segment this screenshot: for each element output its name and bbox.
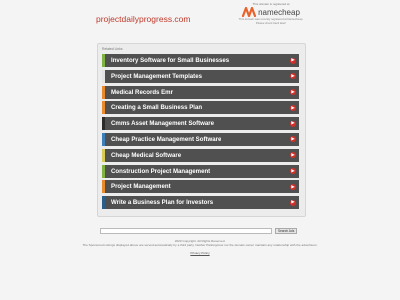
- arrow-right-icon: ▶: [290, 152, 296, 159]
- related-link-item[interactable]: Write a Business Plan for Investors ▶: [102, 196, 299, 210]
- arrow-right-icon: ▶: [290, 167, 296, 175]
- related-link-item[interactable]: Project Management ▶: [102, 180, 299, 194]
- page: projectdailyprogress.com This domain is …: [0, 0, 400, 300]
- related-link-label: Construction Project Management: [111, 167, 211, 175]
- arrow-right-icon: ▶: [290, 88, 296, 96]
- search-input[interactable]: [100, 227, 272, 234]
- related-link-label: Project Management: [111, 183, 171, 191]
- related-links-header: Related Links: [102, 47, 123, 51]
- related-link-item[interactable]: Medical Records Emr ▶: [102, 85, 299, 99]
- related-link-label: Project Management Templates: [111, 72, 202, 80]
- related-link-item[interactable]: Construction Project Management ▶: [102, 164, 299, 178]
- related-link-item[interactable]: Project Management Templates ▶: [102, 69, 299, 83]
- related-link-label: Cheap Practice Management Software: [111, 135, 222, 143]
- search-button[interactable]: Search Ads: [275, 227, 298, 234]
- related-link-item[interactable]: Cheap Medical Software ▶: [102, 148, 299, 162]
- related-link-label: Cheap Medical Software: [111, 151, 182, 159]
- arrow-right-icon: ▶: [290, 120, 296, 127]
- domain-title[interactable]: projectdailyprogress.com: [96, 14, 190, 24]
- related-link-item[interactable]: Cmms Asset Management Software ▶: [102, 117, 299, 131]
- related-link-label: Medical Records Emr: [111, 88, 173, 96]
- registrar-box: This domain is registered at namecheap T…: [236, 2, 306, 25]
- related-links-panel: Related Links Inventory Software for Sma…: [97, 43, 306, 217]
- arrow-right-icon: ▶: [290, 73, 296, 80]
- arrow-right-icon: ▶: [290, 183, 296, 190]
- related-link-label: Creating a Small Business Plan: [111, 104, 203, 112]
- registrar-top-text: This domain is registered at: [252, 2, 290, 6]
- registrar-logo[interactable]: namecheap: [236, 7, 306, 17]
- arrow-right-icon: ▶: [290, 136, 296, 143]
- related-links-list: Inventory Software for Small Businesses ▶…: [102, 54, 299, 212]
- search-bar: Search Ads: [100, 227, 298, 234]
- arrow-right-icon: ▶: [290, 199, 296, 206]
- arrow-right-icon: ▶: [290, 57, 296, 64]
- privacy-policy-link[interactable]: Privacy Policy: [190, 251, 209, 255]
- arrow-right-icon: ▶: [290, 104, 296, 111]
- related-link-item[interactable]: Cheap Practice Management Software ▶: [102, 132, 299, 146]
- footer: 2020 Copyright. All Rights Reserved. The…: [70, 239, 330, 256]
- related-link-label: Inventory Software for Small Businesses: [111, 57, 230, 64]
- related-link-label: Write a Business Plan for Investors: [111, 199, 214, 207]
- registrar-name: namecheap: [258, 7, 300, 17]
- disclaimer-text: The Sponsored Listings displayed above a…: [82, 243, 318, 248]
- namecheap-logo-icon: [242, 7, 257, 17]
- registrar-note: This domain was recently registered at N…: [238, 17, 304, 25]
- related-link-label: Cmms Asset Management Software: [111, 120, 215, 128]
- related-link-item[interactable]: Creating a Small Business Plan ▶: [102, 101, 299, 115]
- related-link-item[interactable]: Inventory Software for Small Businesses ▶: [102, 54, 299, 67]
